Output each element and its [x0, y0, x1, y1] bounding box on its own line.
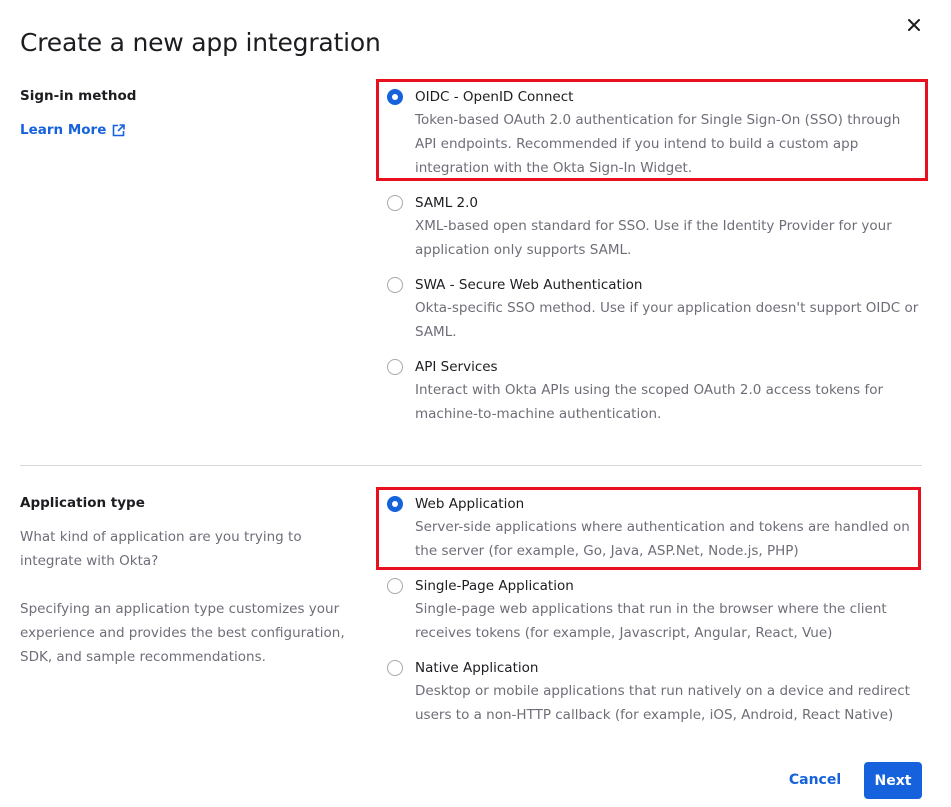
radio-button[interactable] [387, 359, 403, 375]
radio-button[interactable] [387, 277, 403, 293]
option-description: Desktop or mobile applications that run … [415, 683, 910, 723]
option-label: Single-Page Application [415, 578, 574, 594]
radio-button[interactable] [387, 660, 403, 676]
next-button[interactable]: Next [864, 762, 922, 799]
cancel-button[interactable]: Cancel [780, 762, 850, 798]
radio-button-selected[interactable] [387, 496, 403, 512]
option-description: Token-based OAuth 2.0 authentication for… [415, 112, 901, 176]
learn-more-label: Learn More [20, 122, 107, 138]
option-description: Interact with Okta APIs using the scoped… [415, 382, 884, 422]
dialog-title: Create a new app integration [20, 28, 381, 57]
option-description: Server-side applications where authentic… [415, 519, 910, 559]
learn-more-link[interactable]: Learn More [20, 122, 126, 138]
option-label: SAML 2.0 [415, 195, 478, 211]
sign-in-method-label: Sign-in method [20, 88, 137, 104]
option-description: Single-page web applications that run in… [415, 601, 887, 641]
application-type-help-detail: Specifying an application type customize… [20, 601, 345, 665]
option-label: API Services [415, 359, 498, 375]
option-label: Web Application [415, 496, 525, 512]
radio-button[interactable] [387, 578, 403, 594]
radio-button[interactable] [387, 195, 403, 211]
option-label: OIDC - OpenID Connect [415, 89, 574, 105]
application-type-help: What kind of application are you trying … [20, 529, 302, 569]
radio-button-selected[interactable] [387, 89, 403, 105]
external-link-icon [113, 123, 126, 136]
option-label: SWA - Secure Web Authentication [415, 277, 643, 293]
section-divider [20, 465, 922, 466]
option-description: Okta-specific SSO method. Use if your ap… [415, 300, 919, 340]
option-label: Native Application [415, 660, 539, 676]
application-type-label: Application type [20, 495, 145, 511]
option-description: XML-based open standard for SSO. Use if … [415, 218, 892, 258]
close-icon[interactable] [904, 15, 924, 35]
